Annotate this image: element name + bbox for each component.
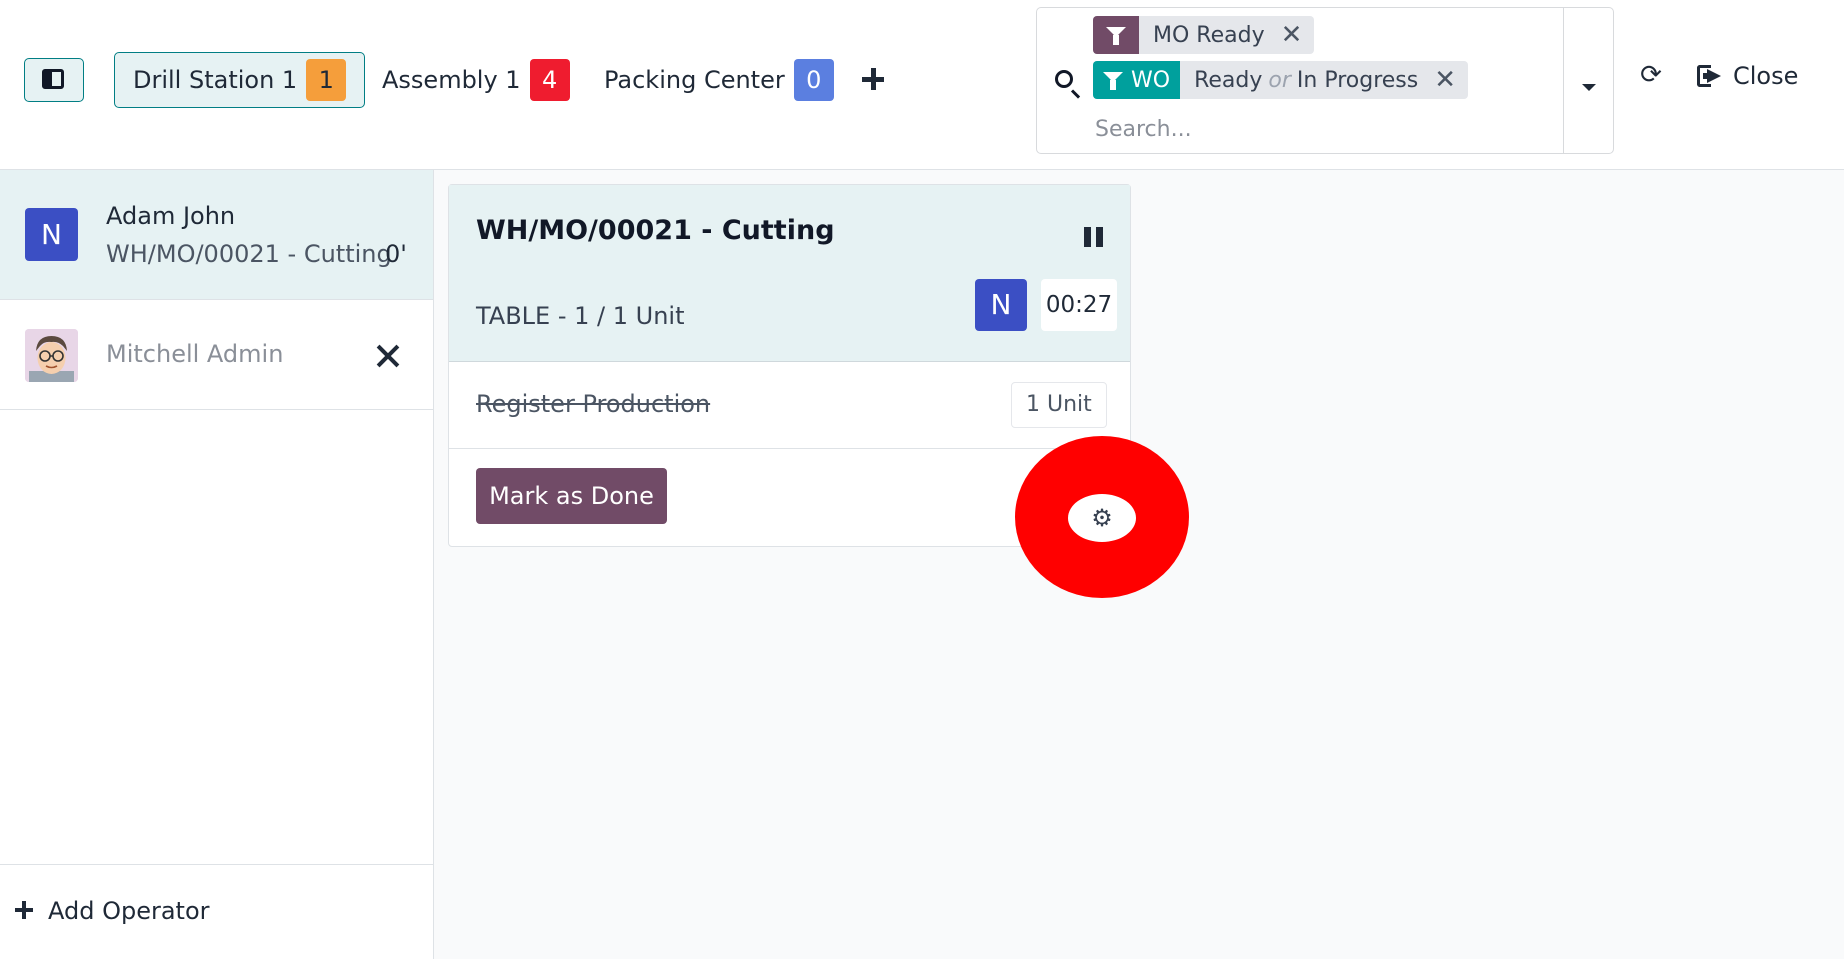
tab-label: Assembly 1 xyxy=(382,66,521,94)
avatar xyxy=(25,329,78,382)
avatar: N xyxy=(25,208,78,261)
card-header[interactable]: WH/MO/00021 - Cutting TABLE - 1 / 1 Unit… xyxy=(449,185,1130,362)
close-label: Close xyxy=(1733,62,1799,90)
step-register-production[interactable]: Register Production 1 Unit xyxy=(449,362,1130,449)
tab-drill-station-1[interactable]: Drill Station 1 1 xyxy=(114,52,366,108)
operator-item-mitchell-admin[interactable]: Mitchell Admin xyxy=(0,300,433,410)
sidebar-icon xyxy=(42,69,64,89)
facet-wo-state: WO Ready or In Progress ✕ xyxy=(1093,61,1469,99)
count-badge: 0 xyxy=(793,59,834,101)
remove-operator-button[interactable] xyxy=(376,344,400,368)
operator-panel: N Adam John WH/MO/00021 - Cutting 0' Mit… xyxy=(0,170,434,959)
pause-icon[interactable] xyxy=(1084,227,1104,247)
workorder-title: WH/MO/00021 - Cutting xyxy=(476,215,835,246)
facet-value: MO Ready xyxy=(1153,22,1265,48)
timer: 00:27 xyxy=(1041,279,1117,331)
count-badge: 4 xyxy=(529,59,570,101)
avatar: N xyxy=(975,279,1027,331)
search-panel: MO Ready ✕ WO Ready or In Progress ✕ xyxy=(1036,7,1614,154)
workorder-card: WH/MO/00021 - Cutting TABLE - 1 / 1 Unit… xyxy=(448,184,1189,598)
remove-facet-button[interactable]: ✕ xyxy=(1428,61,1468,99)
tab-label: Packing Center xyxy=(604,66,785,94)
refresh-icon[interactable]: ⟳ xyxy=(1640,62,1662,88)
close-button[interactable]: Close xyxy=(1697,56,1798,96)
facet-mo-ready: MO Ready ✕ xyxy=(1093,16,1315,54)
mark-as-done-button[interactable]: Mark as Done xyxy=(476,468,667,524)
settings-button[interactable]: ⚙ xyxy=(1068,494,1136,542)
top-bar: Drill Station 1 1 Assembly 1 4 Packing C… xyxy=(0,0,1844,170)
search-options-toggle[interactable] xyxy=(1582,84,1596,91)
plus-icon xyxy=(15,901,33,919)
search-input[interactable] xyxy=(1093,112,1477,146)
operator-item-adam-john[interactable]: N Adam John WH/MO/00021 - Cutting 0' xyxy=(0,170,433,300)
tab-packing-center[interactable]: Packing Center 0 xyxy=(604,52,834,108)
toggle-sidebar-button[interactable] xyxy=(24,58,84,102)
tab-assembly-1[interactable]: Assembly 1 4 xyxy=(382,52,570,108)
operator-name: Mitchell Admin xyxy=(106,340,284,368)
step-label: Register Production xyxy=(476,390,711,418)
tab-label: Drill Station 1 xyxy=(133,66,298,94)
search-icon xyxy=(1055,70,1073,88)
add-workcenter-button[interactable] xyxy=(858,60,888,100)
operator-time: 0' xyxy=(385,240,407,268)
operator-name: Adam John xyxy=(106,202,236,230)
facet-tag: WO xyxy=(1093,61,1181,99)
remove-facet-button[interactable]: ✕ xyxy=(1275,16,1315,54)
filter-icon xyxy=(1103,72,1123,90)
count-badge: 1 xyxy=(306,59,347,101)
sign-out-icon xyxy=(1697,65,1723,87)
divider xyxy=(1563,8,1564,153)
click-highlight: ⚙ xyxy=(1015,436,1189,598)
gear-icon: ⚙ xyxy=(1091,504,1113,532)
workorder-area: WH/MO/00021 - Cutting TABLE - 1 / 1 Unit… xyxy=(434,170,1844,959)
filter-icon xyxy=(1093,16,1139,54)
add-operator-label: Add Operator xyxy=(48,897,210,925)
add-operator-button[interactable]: Add Operator xyxy=(0,864,433,959)
product-quantity: TABLE - 1 / 1 Unit xyxy=(476,302,685,330)
step-quantity[interactable]: 1 Unit xyxy=(1011,382,1107,428)
facet-value: Ready or In Progress xyxy=(1194,67,1419,93)
operator-workorder: WH/MO/00021 - Cutting xyxy=(106,240,392,268)
